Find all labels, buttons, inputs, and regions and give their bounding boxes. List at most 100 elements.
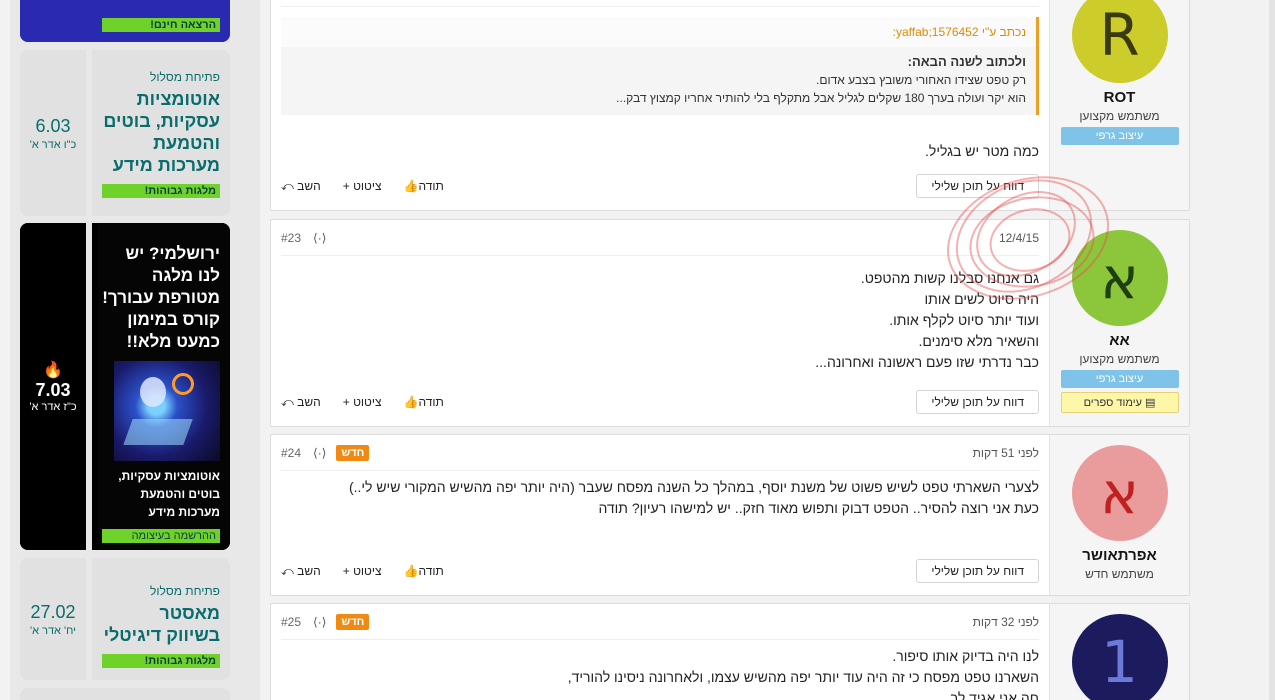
- share-icon[interactable]: ⟨·⟩: [313, 615, 326, 629]
- reply-label: השב: [297, 178, 321, 193]
- forum-post: א אפרתאושר משתמש חדש לפני 51 דקות חדש ⟨·…: [270, 434, 1190, 596]
- ad-top[interactable]: הרצאה חינם!: [20, 0, 230, 42]
- ad-digital-marketing[interactable]: פתיחת מסלול מאסטר בשיווק דיגיטלי מלגות ג…: [20, 558, 230, 680]
- user-title: משתמש מקצוען: [1079, 352, 1160, 366]
- avatar[interactable]: א: [1071, 230, 1168, 326]
- forum-post: 1 לפני 32 דקות חדש ⟨·⟩ #25 לנו היה בדיוק…: [270, 603, 1190, 700]
- thumbs-up-icon: 👍: [403, 395, 419, 409]
- thanks-label: תודה: [418, 179, 444, 193]
- report-button[interactable]: דווח על תוכן שלילי: [916, 559, 1039, 583]
- user-title: משתמש חדש: [1085, 567, 1154, 581]
- new-badge: חדש: [336, 444, 370, 461]
- quote-button[interactable]: + ציטוט: [343, 179, 382, 193]
- ad-title: מאסטר בשיווק דיגיטלי: [103, 603, 220, 645]
- ad-automation-course[interactable]: פתיחת מסלול אוטומציות עסקיות, בוטים והטמ…: [20, 50, 230, 216]
- quote-button[interactable]: + ציטוט: [343, 564, 382, 578]
- reply-button[interactable]: ⤺ השב: [281, 564, 321, 579]
- reply-button[interactable]: ⤺ השב: [281, 395, 321, 410]
- quote-label: ציטוט: [353, 179, 382, 193]
- forum-post: א אא משתמש מקצוען עיצוב גרפי ▤ עימוד ספר…: [270, 219, 1190, 427]
- message-line: כעת אני רוצה להסיר.. הטפט דבוק ותפוש מאו…: [598, 500, 1039, 516]
- quote-label: ציטוט: [353, 395, 382, 409]
- post-message: לצערי השארתי טפט לשיש פשוט של משנת יוסף,…: [281, 477, 1039, 519]
- thanks-button[interactable]: 👍תודה: [404, 179, 444, 193]
- ad-dark-title: ירושלמי? יש לנו מלגה מטורפת עבורך! קורס …: [102, 244, 220, 351]
- new-badge: חדש: [336, 613, 370, 630]
- ad-tag: מלגות גבוהות!: [102, 184, 220, 198]
- quote-author[interactable]: נכתב ע"י yaffab;1576452:: [281, 17, 1036, 47]
- reply-label: השב: [297, 563, 321, 578]
- fire-icon: 🔥: [43, 362, 63, 379]
- post-header: לפני 51 דקות חדש ⟨·⟩ #24: [281, 435, 1039, 471]
- report-button[interactable]: דווח על תוכן שלילי: [916, 390, 1039, 414]
- ad-date: 6.03 כ"ו אדר א': [20, 50, 92, 216]
- quote-block: נכתב ע"י yaffab;1576452: ולכתוב לשנה הבא…: [281, 17, 1039, 115]
- page-scrollbar[interactable]: [1269, 0, 1275, 700]
- post-author: א אא משתמש מקצוען עיצוב גרפי ▤ עימוד ספר…: [1049, 220, 1189, 426]
- post-number[interactable]: #24: [281, 446, 301, 460]
- share-icon[interactable]: ⟨·⟩: [313, 446, 326, 460]
- ad-title: אוטומציות עסקיות, בוטים והטמעת מערכות מי…: [103, 89, 220, 175]
- share-icon[interactable]: ⟨·⟩: [313, 231, 326, 245]
- post-date: 12/4/15: [998, 230, 1039, 245]
- avatar[interactable]: 1: [1071, 614, 1168, 700]
- forum-post: R ROT משתמש מקצוען עיצוב גרפי נכתב ע"י y…: [270, 0, 1190, 211]
- post-author: R ROT משתמש מקצוען עיצוב גרפי: [1049, 0, 1189, 210]
- post-author: 1: [1049, 604, 1189, 700]
- thumbs-up-icon: 👍: [403, 179, 419, 193]
- ad-next[interactable]: [20, 688, 230, 700]
- badge-graphic-design: עיצוב גרפי: [1060, 370, 1179, 388]
- report-button[interactable]: דווח על תוכן שלילי: [916, 174, 1039, 198]
- post-body: לפני 32 דקות חדש ⟨·⟩ #25 לנו היה בדיוק א…: [271, 604, 1049, 700]
- quote-line: רק טפט שצידו האחורי משובץ בצבע אדום.: [816, 73, 1026, 87]
- post-actions: ⤺ השב + ציטוט 👍תודה דווח על תוכן שלילי: [281, 390, 1039, 414]
- badge-label: עימוד ספרים: [1083, 397, 1142, 409]
- post-number[interactable]: #23: [281, 231, 301, 245]
- message-line: לצערי השארתי טפט לשיש פשוט של משנת יוסף,…: [348, 479, 1039, 495]
- post-actions: ⤺ השב + ציטוט 👍תודה דווח על תוכן שלילי: [281, 559, 1039, 583]
- username[interactable]: ROT: [1050, 89, 1189, 106]
- robot-illustration-icon: [114, 361, 220, 461]
- ad-dark-sub: אוטומציות עסקיות, בוטים והטמעת מערכות מי…: [118, 469, 220, 519]
- message-line: והשאיר מלא סימנים.: [918, 333, 1039, 349]
- username[interactable]: אפרתאושר: [1050, 547, 1189, 564]
- username[interactable]: אא: [1050, 332, 1189, 349]
- quote-label: ציטוט: [353, 564, 382, 578]
- message-line: כבר נדרתי שזו פעם ראשונה ואחרונה...: [815, 354, 1039, 370]
- ad-jerusalem-scholarship[interactable]: ירושלמי? יש לנו מלגה מטורפת עבורך! קורס …: [20, 223, 230, 550]
- message-line: היה סיוט לשים אותו: [924, 291, 1039, 307]
- badge-book-layout: ▤ עימוד ספרים: [1060, 392, 1179, 413]
- ad-day: 27.02: [30, 601, 76, 622]
- ad-kicker: פתיחת מסלול: [150, 584, 220, 598]
- quote-bold: ולכתוב לשנה הבאה:: [907, 54, 1026, 69]
- ad-hebdate: כ"ו אדר א': [29, 138, 77, 151]
- post-message: לנו היה בדיוק אותו סיפור. השארנו טפט מפס…: [281, 646, 1039, 700]
- message-line: כמה מטר יש בגליל.: [925, 143, 1039, 159]
- ad-day: 7.03: [35, 380, 71, 400]
- reply-label: השב: [297, 394, 321, 409]
- thanks-button[interactable]: 👍תודה: [404, 564, 444, 578]
- post-body: 12/4/15 ⟨·⟩ #23 גם אנחנו סבלנו קשות מהטפ…: [271, 220, 1049, 426]
- reply-button[interactable]: ⤺ השב: [281, 179, 321, 194]
- quote-button[interactable]: + ציטוט: [343, 395, 382, 409]
- thanks-label: תודה: [418, 395, 444, 409]
- thanks-button[interactable]: 👍תודה: [404, 395, 444, 409]
- post-header: לפני 32 דקות חדש ⟨·⟩ #25: [281, 604, 1039, 640]
- message-line: גם אנחנו סבלנו קשות מהטפט.: [860, 270, 1039, 286]
- post-number[interactable]: #25: [281, 615, 301, 629]
- ad-tag: מלגות גבוהות!: [102, 654, 220, 668]
- avatar[interactable]: א: [1071, 445, 1168, 541]
- post-header: 12/4/15 ⟨·⟩ #23: [281, 220, 1039, 256]
- message-line: ועוד יותר סיוט לקלף אותו.: [889, 312, 1039, 328]
- book-icon: ▤: [1145, 397, 1156, 409]
- avatar[interactable]: R: [1071, 0, 1168, 83]
- quote-text: ולכתוב לשנה הבאה: רק טפט שצידו האחורי מש…: [281, 47, 1036, 115]
- post-body: נכתב ע"י yaffab;1576452: ולכתוב לשנה הבא…: [271, 0, 1049, 210]
- ad-dark-tag: ההרשמה בעיצומה: [102, 529, 220, 543]
- badge-graphic-design: עיצוב גרפי: [1060, 127, 1179, 145]
- post-message: כמה מטר יש בגליל.: [281, 141, 1039, 162]
- message-line: לנו היה בדיוק אותו סיפור.: [892, 648, 1039, 664]
- post-author: א אפרתאושר משתמש חדש: [1049, 435, 1189, 595]
- message-line: השארנו טפט מפסח כי זה היה עוד יותר יפה מ…: [567, 669, 1039, 685]
- thanks-label: תודה: [418, 564, 444, 578]
